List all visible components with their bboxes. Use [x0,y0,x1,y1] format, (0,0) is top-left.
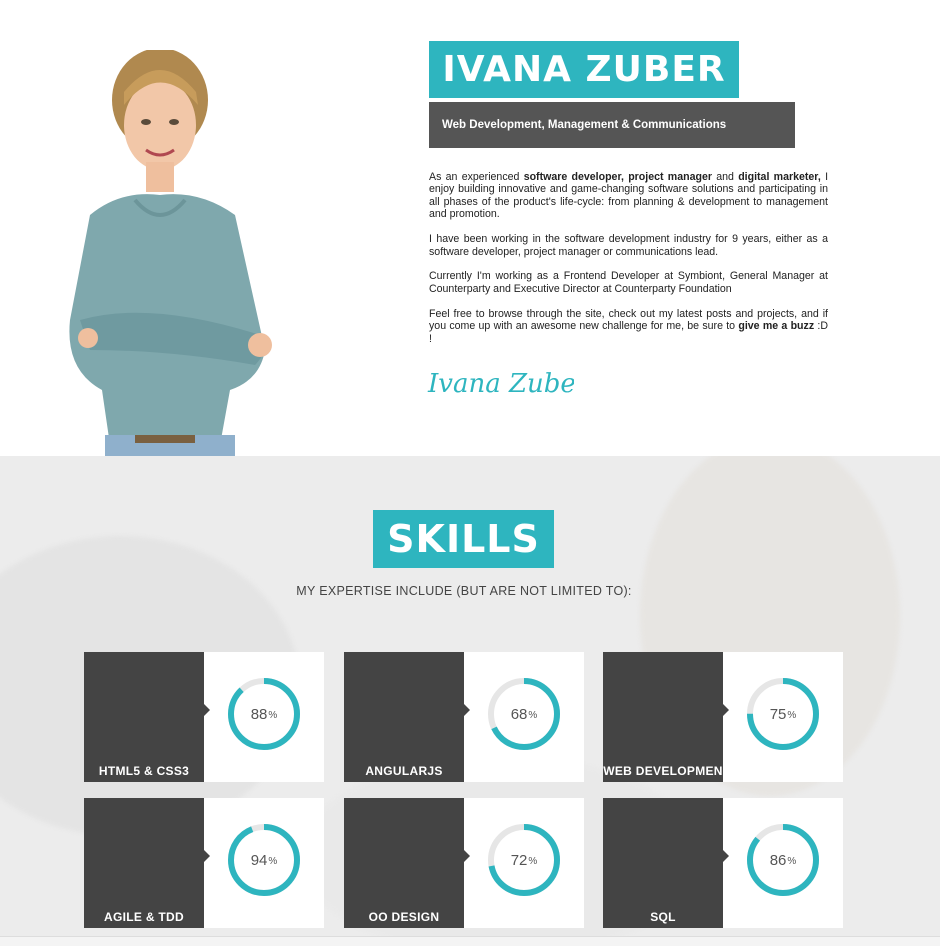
skill-label: SQL [650,910,676,924]
panel-arrow [204,704,210,716]
skill-dark-panel [84,798,204,928]
percentage-sign: % [528,710,538,721]
skill-percentage: 75% [745,676,821,752]
percentage-value: 94 [250,851,268,869]
percentage-sign: % [528,856,538,867]
skill-label: WEB DEVELOPMEN [603,764,723,778]
skill-dark-panel [344,652,464,782]
percentage-sign: % [268,856,278,867]
percentage-sign: % [787,856,797,867]
percentage-value: 72 [510,851,528,869]
name-banner: IVANA ZUBER [429,41,739,98]
skill-card: OO DESIGN 72% [344,798,584,928]
skill-percentage: 94% [226,822,302,898]
bottom-scroll-strip [0,936,940,946]
skill-card: AGILE & TDD 94% [84,798,324,928]
skills-subtitle: MY EXPERTISE INCLUDE (BUT ARE NOT LIMITE… [296,584,632,598]
bio-paragraph: As an experienced software developer, pr… [429,171,829,221]
percentage-value: 75 [769,705,787,723]
contact-link[interactable]: give me a buzz [738,320,814,332]
percentage-value: 68 [510,705,528,723]
bio-paragraph: Feel free to browse through the site, ch… [429,307,828,345]
bio-text: As an experienced software developer, pr… [429,171,828,357]
skill-label: OO DESIGN [368,910,440,924]
skills-title: SKILLS [373,510,554,568]
tagline-banner: Web Development, Management & Communicat… [429,102,795,148]
skill-dark-panel [344,798,464,928]
panel-arrow [723,850,729,862]
skill-percentage: 72% [486,822,562,898]
skill-percentage: 88% [226,676,302,752]
percentage-sign: % [268,710,278,721]
skills-section: SKILLS MY EXPERTISE INCLUDE (BUT ARE NOT… [0,456,940,936]
profile-photo [69,50,272,456]
skill-card: SQL 86% [603,798,843,928]
skill-label: AGILE & TDD [104,910,184,924]
percentage-value: 86 [769,851,787,869]
panel-arrow [204,850,210,862]
panel-arrow [464,704,470,716]
skill-card: WEB DEVELOPMEN 75% [603,652,843,782]
bio-paragraph: Currently I'm working as a Frontend Deve… [429,270,828,295]
panel-arrow [723,704,729,716]
skill-label: HTML5 & CSS3 [98,764,190,778]
signature: Ivana Zuber [427,369,574,399]
skill-dark-panel [603,798,723,928]
skill-dark-panel [84,652,204,782]
intro-section: IVANA ZUBER Web Development, Management … [0,0,940,456]
panel-arrow [464,850,470,862]
skill-percentage: 86% [745,822,821,898]
bio-paragraph: I have been working in the software deve… [429,233,828,258]
svg-text:Ivana Zuber: Ivana Zuber [427,369,574,399]
skill-card: ANGULARJS 68% [344,652,584,782]
skill-label: ANGULARJS [365,764,443,778]
percentage-value: 88 [250,705,268,723]
skill-card: HTML5 & CSS3 88% [84,652,324,782]
skill-dark-panel [603,652,723,782]
skill-percentage: 68% [486,676,562,752]
percentage-sign: % [787,710,797,721]
